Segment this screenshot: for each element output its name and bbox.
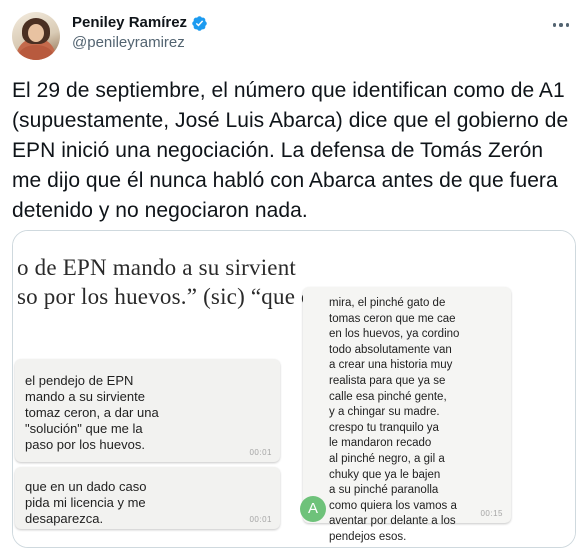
author-avatar[interactable] — [12, 12, 60, 60]
chat-timestamp: 00:15 — [480, 509, 503, 518]
more-options-icon[interactable] — [550, 14, 572, 36]
verified-badge-icon — [192, 15, 207, 31]
chat-timestamp: 00:01 — [249, 515, 272, 524]
chat-message: que en un dado caso pida mi licencia y m… — [25, 479, 147, 526]
avatar-face — [28, 24, 44, 42]
author-name-row: Peniley Ramírez — [72, 13, 208, 33]
sender-avatar-badge: A — [300, 496, 326, 522]
more-dot — [559, 23, 563, 27]
tweet-media-image[interactable]: o de EPN mando a su sirvient so por los … — [12, 230, 576, 548]
tweet-card: Peniley Ramírez @penileyramirez El 29 de… — [0, 0, 586, 554]
chat-bubble-left: que en un dado caso pida mi licencia y m… — [15, 467, 280, 529]
chat-bubble-left: el pendejo de EPN mando a su sirviente t… — [15, 359, 280, 462]
author-handle[interactable]: @penileyramirez — [72, 33, 185, 53]
author-display-name[interactable]: Peniley Ramírez — [72, 13, 187, 33]
avatar-body — [18, 45, 54, 60]
newsprint-line: so por los huevos.” (sic) “que c — [17, 284, 312, 309]
chat-timestamp: 00:01 — [249, 448, 272, 457]
more-dot — [552, 23, 557, 27]
chat-bubble-right: mira, el pinché gato de tomas ceron que … — [303, 287, 511, 543]
tweet-text: El 29 de septiembre, el número que ident… — [12, 79, 569, 222]
chat-message: el pendejo de EPN mando a su sirviente t… — [25, 373, 159, 452]
newsprint-line: o de EPN mando a su sirvient — [17, 255, 297, 280]
media-screenshot: o de EPN mando a su sirvient so por los … — [13, 231, 575, 547]
more-dot — [565, 23, 570, 27]
